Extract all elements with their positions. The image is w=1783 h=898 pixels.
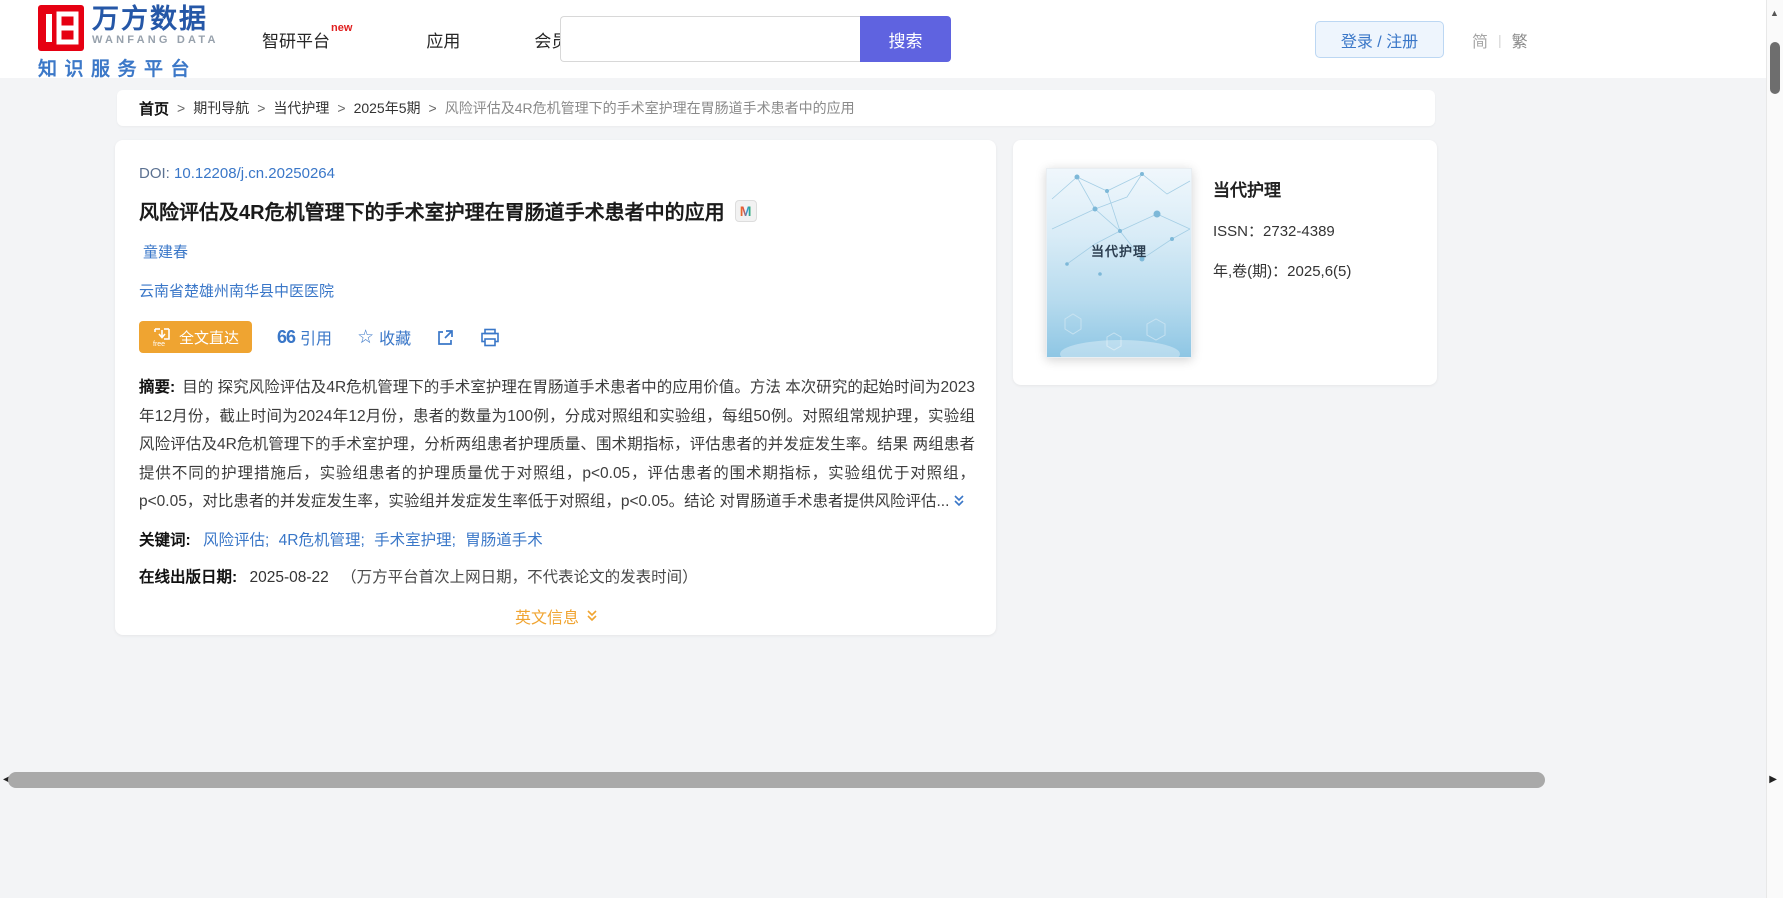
brand-name-cn: 万方数据: [92, 4, 208, 34]
volume-label: 年,卷(期)：: [1213, 263, 1288, 280]
share-button[interactable]: [436, 328, 455, 347]
favorite-button[interactable]: ☆ 收藏: [357, 325, 411, 349]
search-button[interactable]: 搜索: [860, 16, 951, 62]
keyword-link[interactable]: 风险评估: [203, 532, 269, 549]
journal-cover[interactable]: 当代护理: [1046, 168, 1192, 358]
breadcrumb-issue[interactable]: 2025年5期: [354, 98, 421, 118]
keyword-link[interactable]: 胃肠道手术: [465, 532, 543, 549]
nav-item-apps[interactable]: 应用: [426, 27, 460, 52]
article-card: DOI: 10.12208/j.cn.20250264 风险评估及4R危机管理下…: [115, 140, 996, 635]
breadcrumb-separator: >: [177, 100, 186, 116]
cite-label: 引用: [300, 331, 333, 348]
author-link[interactable]: 童建春: [143, 244, 188, 261]
print-icon: [481, 328, 499, 346]
breadcrumb-separator: >: [337, 100, 346, 116]
breadcrumb: 首页 > 期刊导航 > 当代护理 > 2025年5期 > 风险评估及4R危机管理…: [117, 90, 1435, 126]
expand-abstract-icon[interactable]: [952, 494, 966, 508]
breadcrumb-separator: >: [428, 100, 437, 116]
keywords-label: 关键词:: [139, 531, 191, 549]
fulltext-label: 全文直达: [179, 329, 240, 347]
fulltext-free-icon: free: [153, 328, 170, 347]
brand-name-en: WANFANG DATA: [92, 34, 219, 46]
page: 万方数据 WANFANG DATA 知识服务平台 智研平台new 应用 会员 搜…: [0, 0, 1783, 898]
lang-traditional[interactable]: 繁: [1512, 28, 1528, 52]
breadcrumb-journal[interactable]: 当代护理: [273, 98, 329, 118]
lang-simplified[interactable]: 简: [1472, 28, 1488, 52]
abstract-text: 目的 探究风险评估及4R危机管理下的手术室护理在胃肠道手术患者中的应用价值。方法…: [139, 379, 975, 510]
doi-line: DOI: 10.12208/j.cn.20250264: [139, 165, 975, 182]
author-line: 童建春: [143, 241, 975, 262]
journal-cover-title: 当代护理: [1090, 244, 1147, 259]
vertical-scrollbar[interactable]: ▲: [1766, 0, 1783, 898]
metrics-badge[interactable]: M: [734, 199, 757, 222]
english-info-toggle[interactable]: 英文信息: [515, 604, 599, 628]
online-date-value: 2025-08-22: [249, 568, 329, 586]
wanfang-logo-icon: [38, 5, 84, 51]
keyword-link[interactable]: 手术室护理: [374, 532, 456, 549]
online-date-label: 在线出版日期:: [139, 568, 238, 586]
favorite-label: 收藏: [379, 331, 412, 348]
issn-label: ISSN：: [1213, 223, 1264, 240]
cite-button[interactable]: 66 引用: [277, 325, 332, 349]
quote-icon: 66: [277, 327, 296, 347]
search-bar: 搜索: [560, 16, 951, 62]
horizontal-scrollbar[interactable]: ◀ ▶: [0, 768, 1783, 794]
doi-link[interactable]: 10.12208/j.cn.20250264: [174, 165, 335, 182]
issn-value: 2732-4389: [1263, 223, 1335, 240]
article-title: 风险评估及4R危机管理下的手术室护理在胃肠道手术患者中的应用: [139, 202, 725, 224]
vertical-scrollbar-thumb[interactable]: [1770, 42, 1780, 94]
main-nav: 智研平台new 应用 会员: [262, 0, 568, 78]
breadcrumb-current-article: 风险评估及4R危机管理下的手术室护理在胃肠道手术患者中的应用: [444, 100, 855, 116]
journal-name[interactable]: 当代护理: [1213, 176, 1351, 201]
scroll-right-arrow[interactable]: ▶: [1769, 774, 1777, 785]
journal-card: 当代护理 当代护理 ISSN：2732-4389 年,卷(期)：2025,6(5…: [1013, 140, 1437, 385]
fulltext-button[interactable]: free 全文直达: [139, 321, 253, 353]
top-header: 万方数据 WANFANG DATA 知识服务平台 智研平台new 应用 会员 搜…: [0, 0, 1783, 81]
abstract-label: 摘要:: [139, 379, 176, 396]
online-date-line: 在线出版日期: 2025-08-22 （万方平台首次上网日期，不代表论文的发表时…: [139, 565, 975, 587]
chevron-double-down-icon: [587, 609, 597, 621]
doi-label: DOI:: [139, 165, 170, 182]
online-date-note: （万方平台首次上网日期，不代表论文的发表时间）: [341, 568, 698, 586]
star-icon: ☆: [357, 326, 375, 348]
journal-cover-art: [1051, 172, 1191, 357]
wanfang-logo[interactable]: 万方数据 WANFANG DATA 知识服务平台: [38, 5, 219, 81]
share-icon: [438, 329, 453, 345]
horizontal-scrollbar-thumb[interactable]: [8, 772, 1545, 788]
new-badge: new: [331, 21, 353, 34]
svg-text:free: free: [153, 341, 165, 347]
language-switch: 简 | 繁: [1472, 28, 1528, 52]
keywords-line: 关键词: 风险评估 4R危机管理 手术室护理 胃肠道手术: [139, 528, 975, 550]
abstract: 摘要: 目的 探究风险评估及4R危机管理下的手术室护理在胃肠道手术患者中的应用价值…: [139, 374, 975, 517]
brand-tagline: 知识服务平台: [38, 59, 198, 80]
login-register-button[interactable]: 登录 / 注册: [1315, 21, 1444, 58]
english-info-label: 英文信息: [514, 609, 579, 627]
search-input[interactable]: [560, 16, 860, 62]
breadcrumb-journal-nav[interactable]: 期刊导航: [193, 98, 249, 118]
lang-divider: |: [1498, 32, 1502, 48]
breadcrumb-separator: >: [257, 100, 266, 116]
keyword-link[interactable]: 4R危机管理: [279, 532, 365, 549]
breadcrumb-home[interactable]: 首页: [139, 98, 169, 119]
scroll-up-arrow[interactable]: ▲: [1770, 8, 1779, 18]
volume-value: 2025,6(5): [1287, 263, 1352, 280]
article-actions: free 全文直达 66 引用 ☆ 收藏: [139, 321, 975, 353]
nav-item-zhiyan[interactable]: 智研平台new: [262, 22, 352, 52]
print-button[interactable]: [480, 328, 500, 347]
journal-volume-row: 年,卷(期)：2025,6(5): [1213, 260, 1351, 281]
journal-issn-row: ISSN：2732-4389: [1213, 220, 1351, 241]
affiliation[interactable]: 云南省楚雄州南华县中医医院: [139, 280, 975, 301]
